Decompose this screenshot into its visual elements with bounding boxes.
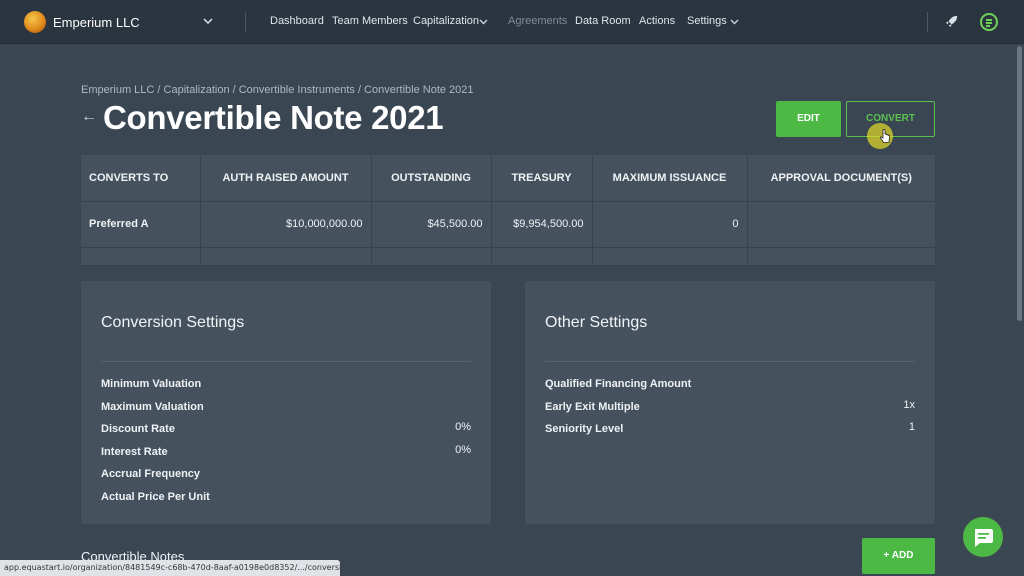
cell-auth-raised: $10,000,000.00 [200, 201, 372, 248]
chevron-down-icon[interactable] [729, 16, 740, 27]
nav-dashboard[interactable]: Dashboard [270, 15, 324, 27]
equastart-logo-icon[interactable] [980, 13, 998, 31]
edit-button[interactable]: EDIT [776, 101, 841, 137]
nav-data-room[interactable]: Data Room [575, 15, 631, 27]
cell-approval-docs [747, 201, 935, 248]
label-min-valuation: Minimum Valuation [101, 378, 202, 390]
label-max-valuation: Maximum Valuation [101, 401, 204, 413]
label-seniority: Seniority Level [545, 423, 624, 435]
org-logo-icon[interactable] [24, 11, 46, 33]
cell-max-issuance: 0 [592, 201, 748, 248]
org-name[interactable]: Emperium LLC [53, 15, 140, 30]
table-row[interactable]: Preferred A $10,000,000.00 $45,500.00 $9… [81, 201, 935, 248]
table-header-row: CONVERTS TO AUTH RAISED AMOUNT OUTSTANDI… [81, 155, 935, 202]
col-header-treasury[interactable]: TREASURY [491, 155, 593, 202]
chevron-down-icon[interactable] [478, 16, 489, 27]
page-title: Convertible Note 2021 [103, 99, 444, 136]
other-settings-card: Other Settings Qualified Financing Amoun… [525, 281, 935, 524]
add-button[interactable]: + ADD [862, 538, 935, 574]
convertible-table: CONVERTS TO AUTH RAISED AMOUNT OUTSTANDI… [81, 155, 935, 266]
table-row-empty [81, 247, 935, 266]
cell-outstanding: $45,500.00 [371, 201, 492, 248]
card-title: Conversion Settings [101, 314, 245, 331]
label-accrual-frequency: Accrual Frequency [101, 468, 201, 480]
nav-settings[interactable]: Settings [687, 15, 727, 27]
label-qualified-financing: Qualified Financing Amount [545, 378, 692, 390]
chat-button[interactable] [963, 517, 1003, 557]
cell-treasury: $9,954,500.00 [491, 201, 593, 248]
col-header-approval-docs[interactable]: APPROVAL DOCUMENT(S) [747, 155, 935, 202]
conversion-settings-card: Conversion Settings Minimum Valuation Ma… [81, 281, 491, 524]
col-header-max-issuance[interactable]: MAXIMUM ISSUANCE [592, 155, 748, 202]
value-early-exit: 1x [903, 399, 915, 411]
label-actual-price: Actual Price Per Unit [101, 491, 210, 503]
back-arrow-icon[interactable]: ← [81, 108, 97, 126]
card-title: Other Settings [545, 314, 648, 331]
nav-actions[interactable]: Actions [639, 15, 675, 27]
breadcrumb[interactable]: Emperium LLC / Capitalization / Converti… [81, 84, 474, 96]
chat-icon [975, 529, 993, 547]
hand-cursor-icon [879, 129, 890, 143]
col-header-outstanding[interactable]: OUTSTANDING [371, 155, 492, 202]
label-discount-rate: Discount Rate [101, 423, 175, 435]
rocket-icon[interactable] [944, 14, 959, 29]
nav-capitalization[interactable]: Capitalization [413, 15, 479, 27]
value-interest-rate: 0% [455, 444, 471, 456]
cell-converts-to: Preferred A [81, 201, 201, 248]
chevron-down-icon[interactable] [201, 14, 215, 28]
nav-team-members[interactable]: Team Members [332, 15, 408, 27]
card-divider [101, 361, 471, 362]
col-header-auth-raised[interactable]: AUTH RAISED AMOUNT [200, 155, 372, 202]
card-divider [545, 361, 915, 362]
value-discount-rate: 0% [455, 421, 471, 433]
label-early-exit: Early Exit Multiple [545, 401, 640, 413]
nav-agreements[interactable]: Agreements [508, 15, 567, 27]
value-seniority: 1 [908, 421, 915, 433]
label-interest-rate: Interest Rate [101, 446, 168, 458]
nav-divider [927, 12, 928, 32]
top-navbar: Emperium LLC Dashboard Team Members Capi… [0, 0, 1024, 44]
nav-divider [245, 12, 246, 32]
status-url: app.equastart.io/organization/8481549c-c… [0, 560, 340, 576]
col-header-converts-to[interactable]: CONVERTS TO [81, 155, 201, 202]
page-scrollbar[interactable] [1017, 46, 1022, 321]
